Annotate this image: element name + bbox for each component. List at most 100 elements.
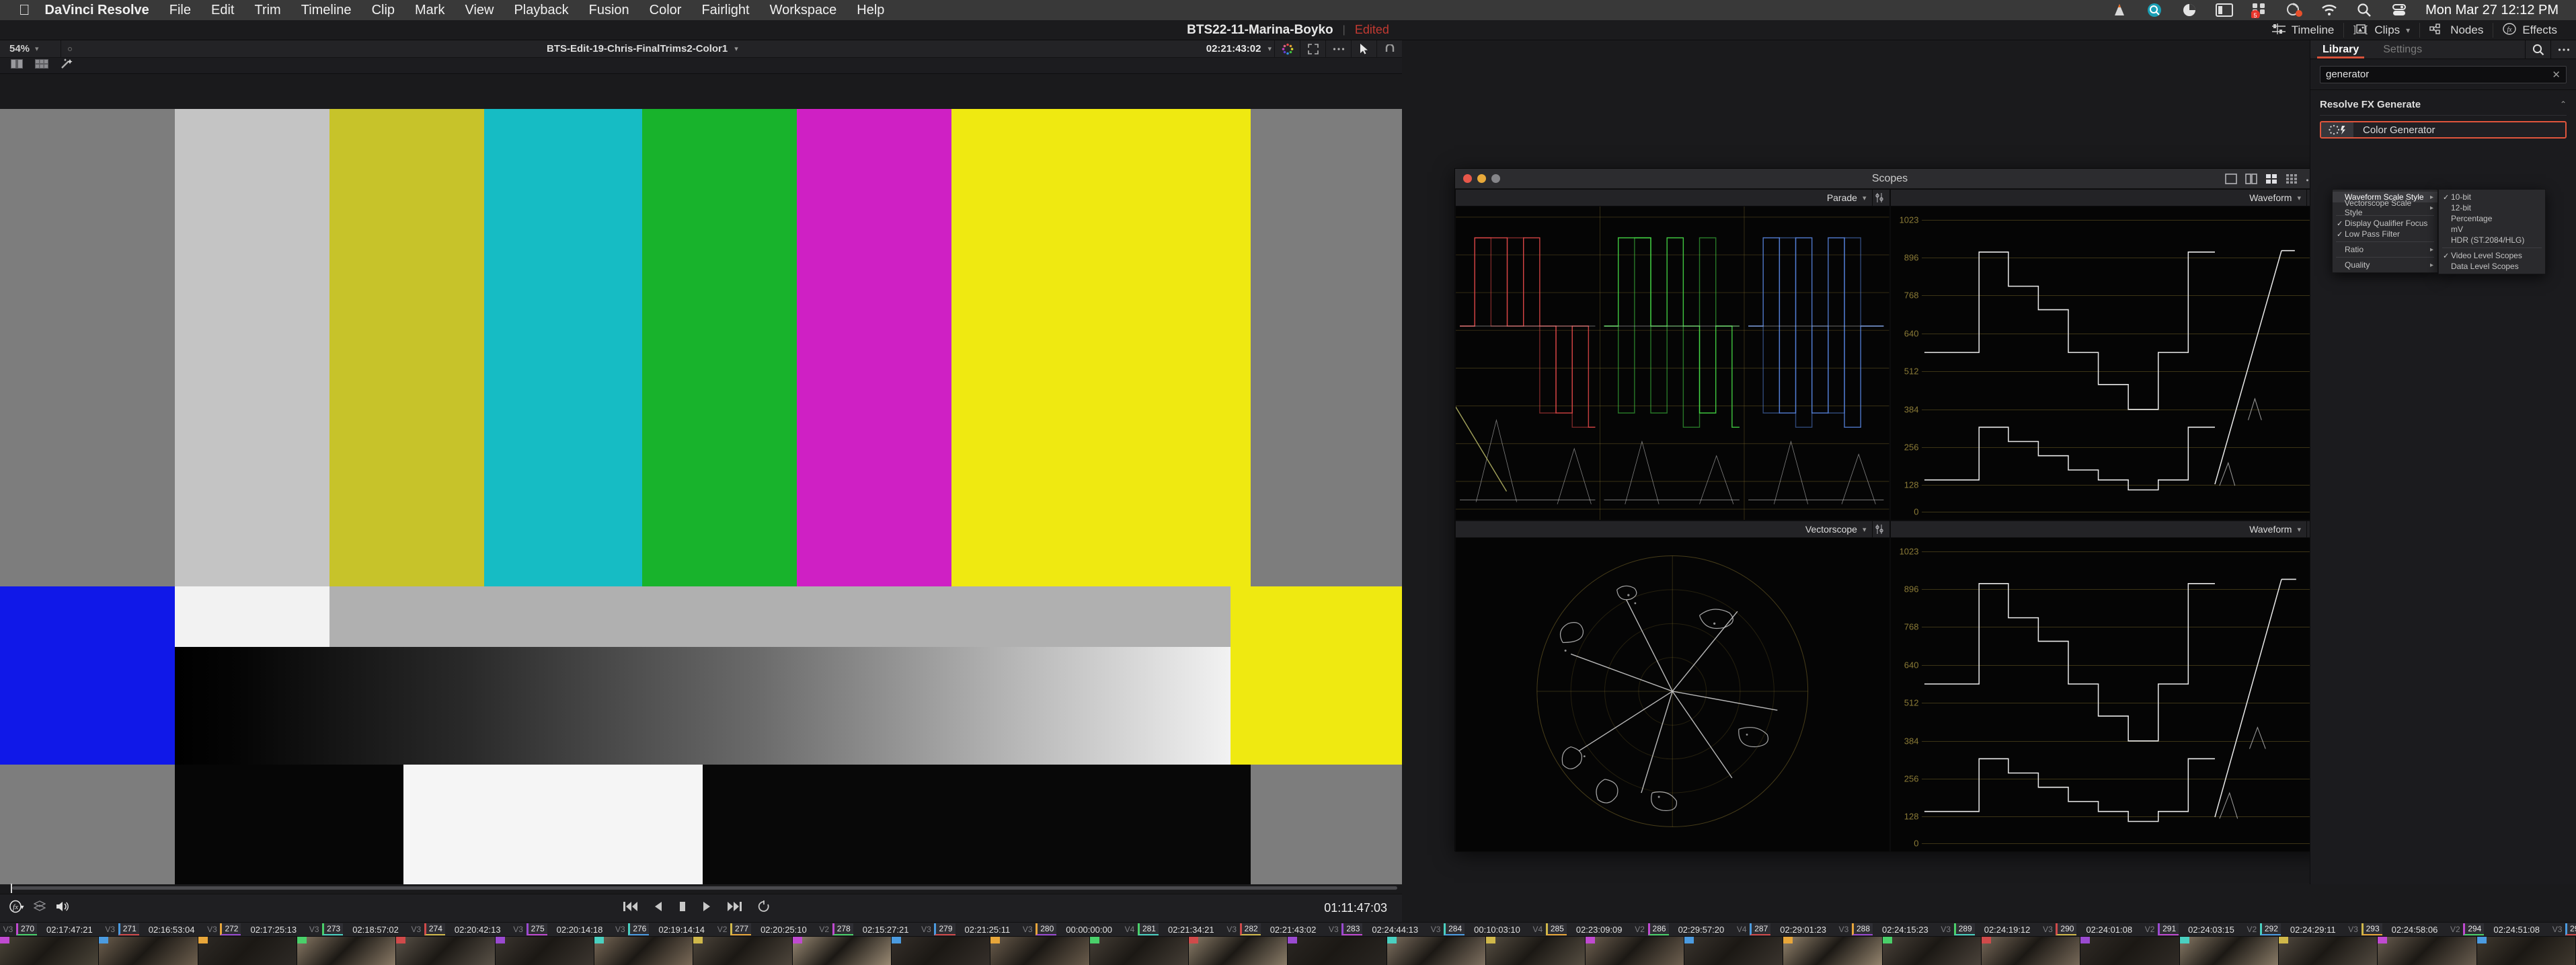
viewer-timecode-group[interactable]: 02:21:43:02 ▾	[1206, 43, 1274, 54]
menu-workspace[interactable]: Workspace	[770, 3, 837, 18]
ruler-clip-entry[interactable]: V2 286 02:29:57:20	[1632, 923, 1734, 935]
timeline-thumbnail[interactable]	[2476, 937, 2576, 965]
ruler-clip-number[interactable]: 292	[2259, 923, 2281, 935]
ruler-clip-number[interactable]: 272	[220, 923, 241, 935]
ruler-clip-number[interactable]: 283	[1341, 923, 1363, 935]
ruler-clip-number[interactable]: 275	[526, 923, 547, 935]
timeline-thumbnail[interactable]	[396, 937, 496, 965]
scope-settings-icon[interactable]	[1871, 189, 1887, 206]
ruler-clip-number[interactable]: 295	[2565, 923, 2576, 935]
timeline-thumbnail[interactable]	[297, 937, 397, 965]
ruler-clip-number[interactable]: 273	[322, 923, 344, 935]
scopes-title-bar[interactable]: Scopes	[1455, 169, 2325, 189]
scope-panel-vectorscope[interactable]: Vectorscope ▾	[1455, 520, 1890, 852]
chevron-down-icon[interactable]: ▾	[2406, 26, 2410, 35]
menu-trim[interactable]: Trim	[254, 3, 280, 18]
ruler-clip-entry[interactable]: V3 284 00:10:03:10	[1428, 923, 1530, 935]
menu-item-ratio[interactable]: Ratio ▸	[2333, 244, 2437, 255]
layers-icon[interactable]	[33, 900, 46, 916]
magic-wand-icon[interactable]	[61, 59, 73, 73]
jump-to-start-icon[interactable]	[623, 900, 639, 916]
timeline-thumbnail-strip[interactable]	[0, 937, 2576, 965]
recording-icon[interactable]	[2286, 1, 2303, 19]
viewer-clip-selector[interactable]: BTS-Edit-19-Chris-FinalTrims2-Color1 ▾	[79, 43, 1206, 54]
ruler-clip-entry[interactable]: V3 275 02:20:14:18	[510, 923, 613, 935]
ruler-clip-number[interactable]: 278	[832, 923, 853, 935]
fx-icon[interactable]: fx ▾	[9, 900, 24, 917]
ruler-clip-entry[interactable]: V3 290 02:24:01:08	[2039, 923, 2142, 935]
timeline-thumbnail[interactable]	[2278, 937, 2378, 965]
menu-app-name[interactable]: DaVinci Resolve	[45, 3, 149, 18]
submenu-item-percentage[interactable]: Percentage	[2439, 213, 2545, 224]
more-options-icon[interactable]	[1325, 40, 1351, 58]
menu-file[interactable]: File	[169, 3, 191, 18]
menu-color[interactable]: Color	[650, 3, 682, 18]
submenu-item-video-level-scopes[interactable]: ✓ Video Level Scopes	[2439, 250, 2545, 261]
timeline-thumbnail[interactable]	[1189, 937, 1288, 965]
ruler-clip-number[interactable]: 270	[16, 923, 38, 935]
ruler-clip-entry[interactable]: V2 292 02:24:29:11	[2244, 923, 2345, 935]
effects-section-header[interactable]: Resolve FX Generate ⌃	[2320, 97, 2567, 112]
effect-item-color-generator[interactable]: Color Generator	[2320, 121, 2567, 139]
tab-library[interactable]: Library	[2310, 40, 2371, 59]
grid-view-icon[interactable]	[35, 59, 48, 72]
scope-name-parade[interactable]: Parade	[1827, 192, 1857, 203]
ruler-clip-number[interactable]: 282	[1239, 923, 1261, 935]
timeline-thumbnail[interactable]	[693, 937, 793, 965]
apple-logo-icon[interactable]: 	[0, 1, 45, 19]
timeline-thumbnail[interactable]	[1981, 937, 2081, 965]
chevron-down-icon[interactable]: ▾	[1863, 525, 1867, 534]
ruler-clip-entry[interactable]: V4 287 02:29:01:23	[1733, 923, 1836, 935]
stop-icon[interactable]	[678, 900, 687, 916]
menu-view[interactable]: View	[465, 3, 494, 18]
ruler-clip-number[interactable]: 288	[1851, 923, 1873, 935]
waveform-scale-style-submenu[interactable]: ✓ 10-bit 12-bit Percentage mV HDR (ST.20…	[2438, 189, 2546, 274]
menu-item-quality[interactable]: Quality ▸	[2333, 260, 2437, 270]
ruler-clip-number[interactable]: 274	[424, 923, 445, 935]
viewer-status-dot-icon[interactable]	[61, 46, 79, 51]
timeline-thumbnail[interactable]	[0, 937, 100, 965]
ruler-clip-entry[interactable]: V3 279 02:21:25:11	[918, 923, 1019, 935]
timeline-thumbnail[interactable]	[2080, 937, 2180, 965]
wifi-icon[interactable]	[2320, 1, 2338, 19]
jump-to-end-icon[interactable]	[726, 900, 742, 916]
timeline-thumbnail[interactable]	[892, 937, 991, 965]
color-viewer[interactable]	[0, 74, 1402, 884]
ruler-clip-number[interactable]: 286	[1647, 923, 1669, 935]
menu-fusion[interactable]: Fusion	[589, 3, 629, 18]
ruler-clip-entry[interactable]: V2 294 02:24:51:08	[2447, 923, 2549, 935]
timeline-thumbnail[interactable]	[99, 937, 198, 965]
ruler-clip-entry[interactable]: V2 291 02:24:03:15	[2142, 923, 2244, 935]
submenu-item-10-bit[interactable]: ✓ 10-bit	[2439, 192, 2545, 202]
ruler-clip-number[interactable]: 279	[934, 923, 955, 935]
scope-settings-icon[interactable]	[1871, 520, 1887, 538]
timeline-thumbnail[interactable]	[1783, 937, 1883, 965]
ruler-clip-entry[interactable]: V329502:25:10:02	[2549, 923, 2576, 935]
ruler-clip-number[interactable]: 289	[1953, 923, 1975, 935]
chevron-down-icon[interactable]: ▾	[2297, 525, 2301, 534]
chevron-up-icon[interactable]: ⌃	[2560, 100, 2567, 109]
timeline-scrollbar[interactable]	[12, 886, 1397, 890]
menu-mark[interactable]: Mark	[415, 3, 444, 18]
zoom-level-selector[interactable]: 54% ▾	[0, 43, 61, 54]
ruler-clip-number[interactable]: 293	[2361, 923, 2382, 935]
scopes-window[interactable]: Scopes Parade ▾ Waveform ▾ 1023 896 768 …	[1454, 168, 2325, 852]
ruler-clip-number[interactable]: 290	[2056, 923, 2077, 935]
scope-name-waveform-bottom[interactable]: Waveform	[2249, 524, 2292, 535]
scope-name-waveform-top[interactable]: Waveform	[2249, 192, 2292, 203]
ruler-clip-entry[interactable]: V3 288 02:24:15:23	[1836, 923, 1938, 935]
ruler-clip-entry[interactable]: V3 274 02:20:42:13	[408, 923, 510, 935]
timeline-thumbnail[interactable]	[1288, 937, 1387, 965]
menu-fairlight[interactable]: Fairlight	[701, 3, 749, 18]
ruler-clip-entry[interactable]: V3 276 02:19:14:14	[612, 923, 714, 935]
timeline-thumbnail[interactable]	[1882, 937, 1982, 965]
timeline-thumbnail[interactable]	[2378, 937, 2477, 965]
pointer-tool-icon[interactable]	[1351, 40, 1376, 58]
ruler-clip-entry[interactable]: V2 277 02:20:25:10	[714, 923, 816, 935]
submenu-item-mv[interactable]: mV	[2439, 224, 2545, 235]
timeline-thumbnail[interactable]	[792, 937, 892, 965]
chevron-down-icon[interactable]: ▾	[1863, 194, 1867, 202]
loop-icon[interactable]	[757, 900, 771, 917]
ruler-clip-entry[interactable]: V3 273 02:18:57:02	[306, 923, 408, 935]
scopes-context-menu[interactable]: Waveform Scale Style ▸ Vectorscope Scale…	[2332, 189, 2438, 273]
